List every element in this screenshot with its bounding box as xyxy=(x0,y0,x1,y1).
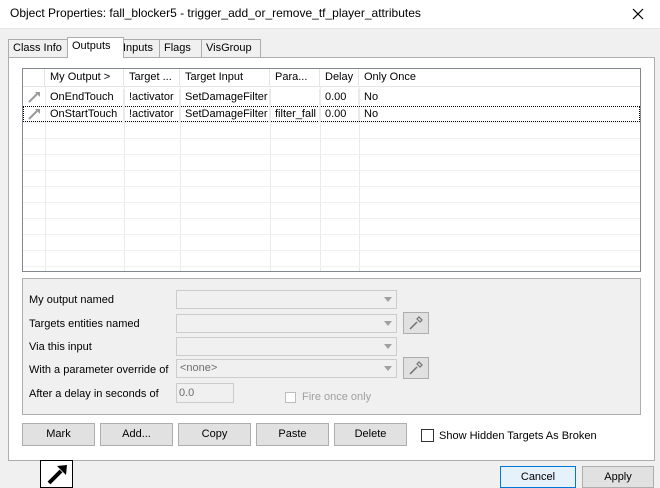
delay-input[interactable]: 0.0 xyxy=(176,383,234,403)
col-only-once[interactable]: Only Once xyxy=(359,69,640,86)
title-bar: Object Properties: fall_blocker5 - trigg… xyxy=(0,0,660,29)
eyedropper-icon xyxy=(409,361,423,375)
col-parameter[interactable]: Para... xyxy=(270,69,320,86)
col-my-output[interactable]: My Output > xyxy=(45,69,124,86)
apply-button[interactable]: Apply xyxy=(582,466,654,488)
eyedropper-icon xyxy=(409,316,423,330)
smartedit-toggle-button[interactable] xyxy=(40,460,73,488)
cell-delay: 0.00 xyxy=(320,106,359,122)
output-connection-icon xyxy=(28,109,40,120)
targets-label: Targets entities named xyxy=(29,318,140,330)
output-arrow-icon xyxy=(47,465,67,485)
list-header: My Output > Target ... Target Input Para… xyxy=(23,69,640,87)
fire-once-checkbox[interactable]: Fire once only xyxy=(285,391,371,403)
tab-inputs[interactable]: Inputs xyxy=(118,39,165,57)
output-named-label: My output named xyxy=(29,294,114,306)
col-target[interactable]: Target ... xyxy=(124,69,180,86)
window-title: Object Properties: fall_blocker5 - trigg… xyxy=(10,6,421,20)
cell-target-input: SetDamageFilter xyxy=(180,106,270,122)
col-target-input[interactable]: Target Input xyxy=(180,69,270,86)
show-hidden-label: Show Hidden Targets As Broken xyxy=(439,429,597,442)
chevron-down-icon xyxy=(380,291,396,308)
output-connection-icon xyxy=(28,92,40,103)
col-icon-header xyxy=(23,69,45,86)
tab-flags[interactable]: Flags xyxy=(159,39,203,57)
cell-only-once: No xyxy=(364,91,379,103)
cell-only-once: No xyxy=(364,108,379,120)
cell-target: !activator xyxy=(124,89,180,105)
table-row[interactable]: OnStartTouch !activator SetDamageFilter … xyxy=(23,106,640,122)
cell-my-output: OnStartTouch xyxy=(45,106,124,122)
param-override-combo[interactable]: <none> xyxy=(176,359,397,378)
targets-combo[interactable] xyxy=(176,314,397,333)
via-input-label: Via this input xyxy=(29,341,92,353)
output-named-combo[interactable] xyxy=(176,290,397,309)
cancel-button[interactable]: Cancel xyxy=(500,466,576,488)
tab-visgroup[interactable]: VisGroup xyxy=(201,39,261,57)
cell-target-input: SetDamageFilter xyxy=(180,89,270,105)
cell-parameter: filter_fall xyxy=(270,106,320,122)
tab-outputs[interactable]: Outputs xyxy=(67,37,124,58)
delete-button[interactable]: Delete xyxy=(334,423,407,446)
copy-button[interactable]: Copy xyxy=(178,423,251,446)
cell-delay: 0.00 xyxy=(320,89,359,105)
close-icon xyxy=(632,8,644,20)
show-hidden-check-box[interactable] xyxy=(421,429,434,442)
param-picker-button[interactable] xyxy=(403,357,429,379)
param-override-value: <none> xyxy=(180,362,218,374)
add-button[interactable]: Add... xyxy=(100,423,173,446)
cell-parameter xyxy=(270,89,320,105)
table-row[interactable]: OnEndTouch !activator SetDamageFilter 0.… xyxy=(23,89,640,105)
tab-class-info[interactable]: Class Info xyxy=(8,39,73,57)
chevron-down-icon xyxy=(380,315,396,332)
paste-button[interactable]: Paste xyxy=(256,423,329,446)
output-properties-group: My output named Targets entities named V… xyxy=(22,278,641,415)
via-input-combo[interactable] xyxy=(176,337,397,356)
col-delay[interactable]: Delay xyxy=(320,69,359,86)
chevron-down-icon xyxy=(380,360,396,377)
param-override-label: With a parameter override of xyxy=(29,364,169,376)
cell-target: !activator xyxy=(124,106,180,122)
target-picker-button[interactable] xyxy=(403,312,429,334)
close-button[interactable] xyxy=(616,0,660,28)
delay-label: After a delay in seconds of xyxy=(29,388,159,400)
chevron-down-icon xyxy=(380,338,396,355)
outputs-list[interactable]: My Output > Target ... Target Input Para… xyxy=(22,68,641,272)
show-hidden-targets-checkbox[interactable]: Show Hidden Targets As Broken xyxy=(421,429,597,442)
fire-once-label: Fire once only xyxy=(302,391,372,403)
mark-button[interactable]: Mark xyxy=(22,423,95,446)
fire-once-check-box[interactable] xyxy=(285,391,296,403)
cell-my-output: OnEndTouch xyxy=(45,89,124,105)
